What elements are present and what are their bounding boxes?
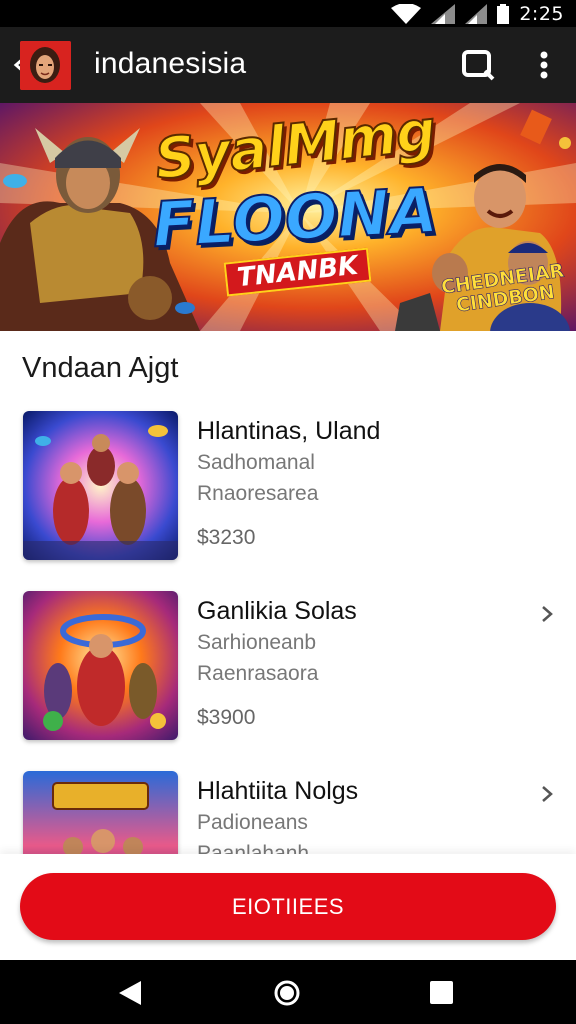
nav-back-icon[interactable] bbox=[117, 979, 143, 1007]
more-vert-icon[interactable] bbox=[533, 49, 555, 81]
item-price: $3900 bbox=[197, 706, 256, 729]
item-subtitle: Padioneans bbox=[197, 811, 308, 834]
battery-icon bbox=[497, 3, 510, 24]
wifi-icon bbox=[391, 3, 422, 24]
chevron-right-icon[interactable] bbox=[540, 785, 554, 803]
chevron-right-icon[interactable] bbox=[540, 605, 554, 623]
item-description: Rnaoresarea bbox=[197, 482, 319, 505]
system-nav-bar bbox=[0, 960, 576, 1024]
list-item[interactable]: Ganlikia Solas Sarhioneanb Raenrasaora $… bbox=[0, 591, 576, 751]
nav-home-icon[interactable] bbox=[273, 979, 301, 1007]
app-title: indanesisia bbox=[94, 47, 247, 80]
primary-action-button[interactable]: EIOTIIEES bbox=[20, 873, 556, 940]
item-price: $3230 bbox=[197, 526, 256, 549]
section-title: Vndaan Ajgt bbox=[22, 352, 179, 384]
item-name: Ganlikia Solas bbox=[197, 597, 357, 625]
item-name: Hlahtiita Nolgs bbox=[197, 777, 359, 805]
app-bar: indanesisia bbox=[0, 27, 576, 103]
nav-recents-icon[interactable] bbox=[429, 980, 454, 1005]
search-icon[interactable] bbox=[461, 49, 495, 81]
item-subtitle: Sadhomanal bbox=[197, 451, 315, 474]
item-subtitle: Sarhioneanb bbox=[197, 631, 317, 654]
promo-banner[interactable]: SyalMmg FLOONA TNANBK CHEDNEIAR CINDBON bbox=[0, 103, 576, 331]
app-avatar[interactable] bbox=[20, 41, 71, 90]
status-bar: 2:25 bbox=[0, 0, 576, 27]
item-thumbnail bbox=[23, 591, 178, 740]
status-time: 2:25 bbox=[519, 2, 564, 25]
item-name: Hlantinas, Uland bbox=[197, 417, 381, 445]
item-description: Raenrasaora bbox=[197, 662, 319, 685]
signal-icon-2 bbox=[465, 3, 488, 24]
item-thumbnail bbox=[23, 411, 178, 560]
signal-icon bbox=[431, 3, 456, 24]
list-item[interactable]: Hlantinas, Uland Sadhomanal Rnaoresarea … bbox=[0, 411, 576, 571]
